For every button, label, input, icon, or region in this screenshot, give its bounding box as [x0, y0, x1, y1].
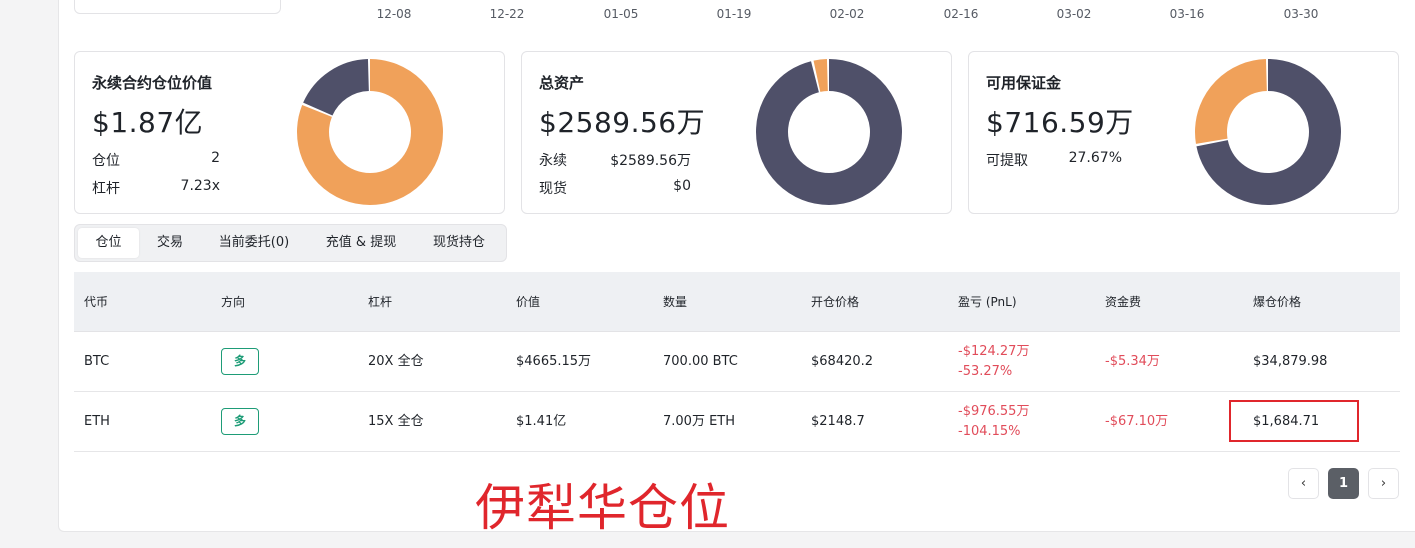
stat-label: 杠杆: [92, 181, 120, 197]
cell-leverage: 20X 全仓: [368, 354, 424, 369]
tab-spot-holdings[interactable]: 现货持仓: [417, 228, 501, 258]
stat-row: 现货 $0: [539, 178, 691, 198]
stat-label: 永续: [539, 153, 567, 169]
pnl-percent: -53.27%: [958, 364, 1013, 379]
stat-row: 杠杆 7.23x: [92, 178, 220, 198]
date-tick: 01-19: [716, 7, 752, 21]
donut-chart: [1195, 59, 1341, 205]
stat-row: 仓位 2: [92, 150, 220, 170]
date-tick: 03-30: [1283, 7, 1319, 21]
tab-deposit-withdraw[interactable]: 充值 & 提现: [309, 228, 413, 258]
date-tick: 12-22: [489, 7, 525, 21]
prev-page-button[interactable]: ‹: [1288, 468, 1319, 499]
card-title: 可用保证金: [986, 74, 1062, 92]
stat-value: 7.23x: [180, 178, 220, 194]
tab-trades[interactable]: 交易: [141, 228, 199, 258]
table-header: 代币 方向 杠杆 价值 数量 开仓价格 盈亏 (PnL) 资金费 爆仓价格: [74, 272, 1400, 332]
cell-funding: -$5.34万: [1105, 354, 1160, 369]
pnl-amount: -$976.55万: [958, 404, 1030, 419]
cell-value: $4665.15万: [516, 354, 592, 369]
date-tick: 03-16: [1169, 7, 1205, 21]
cell-quantity: 700.00 BTC: [663, 354, 738, 369]
date-tick: 03-02: [1056, 7, 1092, 21]
card-total-assets: 总资产 $2589.56万 永续 $2589.56万 现货 $0: [521, 51, 952, 214]
handwritten-annotation: 伊犁华仓位: [475, 479, 730, 537]
stat-value: 27.67%: [1068, 150, 1122, 166]
card-position-value: 永续合约仓位价值 $1.87亿 仓位 2 杠杆 7.23x: [74, 51, 505, 214]
column-header[interactable]: 盈亏 (PnL): [958, 272, 1017, 332]
date-tick: 12-08: [376, 7, 412, 21]
stat-label: 现货: [539, 181, 567, 197]
stat-value: 2: [211, 150, 220, 166]
card-value: $2589.56万: [539, 106, 706, 139]
pnl-amount: -$124.27万: [958, 344, 1030, 359]
cell-entry-price: $2148.7: [811, 414, 865, 429]
column-header[interactable]: 价值: [516, 272, 540, 332]
card-value: $716.59万: [986, 106, 1134, 139]
table-row[interactable]: ETH 多 15X 全仓 $1.41亿 7.00万 ETH $2148.7 -$…: [74, 392, 1400, 452]
tab-positions[interactable]: 仓位: [78, 228, 139, 258]
cell-funding: -$67.10万: [1105, 414, 1169, 429]
side-badge: 多: [221, 348, 259, 375]
cell-liquidation-price: $34,879.98: [1253, 354, 1328, 369]
chart-date-axis: 12-08 12-22 01-05 01-19 02-02 02-16 03-0…: [0, 7, 1415, 23]
column-header[interactable]: 数量: [663, 272, 687, 332]
cell-pnl: -$124.27万 -53.27%: [958, 332, 1029, 392]
donut-chart: [756, 59, 902, 205]
table-row[interactable]: BTC 多 20X 全仓 $4665.15万 700.00 BTC $68420…: [74, 332, 1400, 392]
column-header[interactable]: 爆仓价格: [1253, 272, 1301, 332]
donut-chart: [297, 59, 443, 205]
cell-token: ETH: [84, 414, 110, 429]
card-available-margin: 可用保证金 $716.59万 可提取 27.67%: [968, 51, 1399, 214]
stat-value: $0: [673, 178, 691, 194]
cell-token: BTC: [84, 354, 110, 369]
cell-leverage: 15X 全仓: [368, 414, 424, 429]
positions-table: 代币 方向 杠杆 价值 数量 开仓价格 盈亏 (PnL) 资金费 爆仓价格 BT…: [74, 272, 1400, 452]
stat-row: 永续 $2589.56万: [539, 150, 691, 170]
card-value: $1.87亿: [92, 106, 204, 139]
cell-value: $1.41亿: [516, 414, 567, 429]
column-header[interactable]: 资金费: [1105, 272, 1141, 332]
page-1-button[interactable]: 1: [1328, 468, 1359, 499]
stat-value: $2589.56万: [610, 153, 691, 169]
column-header[interactable]: 杠杆: [368, 272, 392, 332]
column-header[interactable]: 代币: [84, 272, 108, 332]
card-title: 总资产: [539, 74, 585, 92]
date-tick: 01-05: [603, 7, 639, 21]
cell-entry-price: $68420.2: [811, 354, 874, 369]
tab-bar: 仓位 交易 当前委托(0) 充值 & 提现 现货持仓: [74, 224, 507, 262]
date-tick: 02-16: [943, 7, 979, 21]
cell-pnl: -$976.55万 -104.15%: [958, 392, 1029, 452]
pnl-percent: -104.15%: [958, 424, 1021, 439]
side-badge: 多: [221, 408, 259, 435]
stat-label: 可提取: [986, 153, 1028, 169]
tab-open-orders[interactable]: 当前委托(0): [203, 228, 305, 258]
date-tick: 02-02: [829, 7, 865, 21]
donut-segment-navy: [756, 59, 902, 205]
liquidation-highlight-box: [1229, 400, 1359, 442]
column-header[interactable]: 开仓价格: [811, 272, 859, 332]
column-header[interactable]: 方向: [221, 272, 245, 332]
cell-quantity: 7.00万 ETH: [663, 414, 736, 429]
next-page-button[interactable]: ›: [1368, 468, 1399, 499]
stat-row: 可提取 27.67%: [986, 150, 1122, 170]
stat-label: 仓位: [92, 153, 120, 169]
card-title: 永续合约仓位价值: [92, 74, 213, 92]
